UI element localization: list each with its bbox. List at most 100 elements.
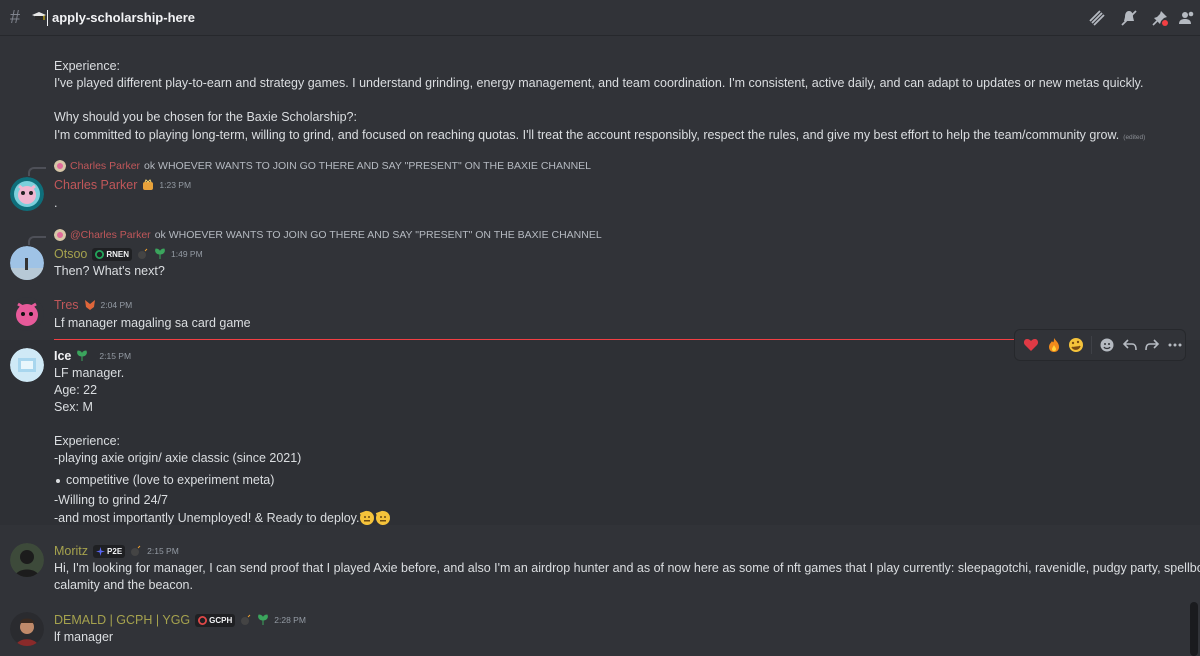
- channel-header: # apply-scholarship-here: [0, 0, 1200, 36]
- forward-button[interactable]: [1143, 334, 1163, 356]
- message-text: calamity and the beacon.: [54, 578, 193, 592]
- reply-author[interactable]: @Charles Parker: [70, 229, 151, 241]
- toolbar-divider: [1091, 336, 1093, 354]
- reply-author[interactable]: Charles Parker: [70, 160, 140, 172]
- salute-emoji-icon: [376, 510, 391, 525]
- message-actions-toolbar: [1014, 329, 1186, 361]
- message-text: Hi, I'm looking for manager, I can send …: [54, 561, 1200, 575]
- username[interactable]: Ice: [54, 349, 71, 363]
- guild-tag[interactable]: P2E: [93, 544, 126, 558]
- message-header: Ice 2:15 PM: [54, 349, 131, 363]
- username[interactable]: DEMALD | GCPH | YGG: [54, 613, 190, 627]
- list-bullet: [56, 479, 60, 483]
- message-text: -and most importantly Unemployed! & Read…: [54, 511, 360, 525]
- message-header: Tres 2:04 PM: [54, 298, 132, 312]
- reply-connector: [28, 236, 46, 245]
- rofl-icon: [1069, 338, 1084, 352]
- guild-tag-icon: [198, 615, 208, 625]
- reply-text[interactable]: ok WHOEVER WANTS TO JOIN GO THERE AND SA…: [144, 160, 591, 172]
- smiley-icon: [1100, 338, 1114, 352]
- message-text: LF manager.: [54, 366, 125, 380]
- timestamp[interactable]: 2:15 PM: [147, 546, 179, 556]
- guild-tag[interactable]: RNEN: [92, 247, 133, 261]
- message-text-row: -and most importantly Unemployed! & Read…: [54, 510, 391, 526]
- heart-icon: [1023, 339, 1038, 351]
- timestamp[interactable]: 2:04 PM: [101, 300, 133, 310]
- message-text: Then? What's next?: [54, 264, 165, 278]
- timestamp[interactable]: 1:49 PM: [171, 249, 203, 259]
- sprout-icon: [258, 614, 269, 625]
- avatar: [54, 229, 66, 241]
- message-header: DEMALD | GCPH | YGG GCPH 2:28 PM: [54, 613, 306, 627]
- hovered-message-highlight: [0, 340, 1200, 525]
- username[interactable]: Otsoo: [54, 247, 87, 261]
- reply-icon: [1122, 339, 1137, 351]
- more-options-button[interactable]: [1165, 334, 1185, 356]
- username[interactable]: Charles Parker: [54, 178, 137, 192]
- forward-icon: [1145, 339, 1160, 351]
- avatar[interactable]: [10, 177, 44, 211]
- message-text: Experience:: [54, 434, 121, 448]
- message-text-body: I'm committed to playing long-term, will…: [54, 128, 1120, 142]
- message-text: Why should you be chosen for the Baxie S…: [54, 110, 357, 124]
- guild-tag-label: P2E: [107, 546, 123, 556]
- sprout-icon: [155, 248, 165, 259]
- fire-reaction-button[interactable]: [1044, 334, 1064, 356]
- bomb-icon: [138, 248, 148, 259]
- message-text: lf manager: [54, 630, 114, 644]
- timestamp[interactable]: 2:15 PM: [99, 351, 131, 361]
- sprout-icon: [77, 350, 88, 361]
- message-text: Experience:: [54, 59, 121, 73]
- username[interactable]: Tres: [54, 298, 79, 312]
- guild-tag-label: RNEN: [106, 249, 130, 259]
- reply-preview[interactable]: Charles Parker ok WHOEVER WANTS TO JOIN …: [54, 160, 591, 172]
- message-header: Moritz P2E 2:15 PM: [54, 544, 179, 558]
- list-item: competitive (love to experiment meta): [66, 473, 275, 487]
- fox-badge-icon: [84, 300, 95, 310]
- guild-tag-icon: [95, 249, 105, 259]
- avatar[interactable]: [10, 543, 44, 577]
- rofl-reaction-button[interactable]: [1066, 334, 1086, 356]
- message-text: Sex: M: [54, 400, 93, 414]
- edited-label: (edited): [1123, 134, 1146, 141]
- reply-text[interactable]: ok WHOEVER WANTS TO JOIN GO THERE AND SA…: [155, 229, 602, 241]
- salute-emoji-icon: [360, 510, 375, 525]
- pin-icon[interactable]: [1151, 9, 1169, 27]
- add-reaction-button[interactable]: [1097, 334, 1117, 356]
- message-text: .: [54, 196, 58, 210]
- more-icon: [1168, 343, 1182, 347]
- message-text: -Willing to grind 24/7: [54, 493, 168, 507]
- guild-tag-icon: [96, 546, 106, 556]
- bomb-icon: [131, 545, 141, 556]
- hash-icon: #: [10, 7, 21, 27]
- timestamp[interactable]: 2:28 PM: [274, 615, 306, 625]
- avatar: [54, 160, 66, 172]
- username[interactable]: Moritz: [54, 544, 88, 558]
- message-header: Otsoo RNEN 1:49 PM: [54, 247, 203, 261]
- message-text: I've played different play-to-earn and s…: [54, 76, 1144, 90]
- message-text: Lf manager magaling sa card game: [54, 316, 251, 330]
- message-list[interactable]: Experience: I've played different play-t…: [0, 37, 1200, 656]
- timestamp[interactable]: 1:23 PM: [159, 180, 191, 190]
- avatar[interactable]: [10, 246, 44, 280]
- avatar[interactable]: [10, 612, 44, 646]
- mute-icon[interactable]: [1120, 9, 1138, 27]
- threads-icon[interactable]: [1088, 9, 1106, 27]
- guild-tag-label: GCPH: [209, 615, 233, 625]
- reply-preview[interactable]: @Charles Parker ok WHOEVER WANTS TO JOIN…: [54, 229, 602, 241]
- avatar[interactable]: [10, 348, 44, 382]
- reply-connector: [28, 167, 46, 176]
- graduation-cap-icon: [32, 12, 46, 20]
- message-header: Charles Parker 1:23 PM: [54, 178, 191, 192]
- scrollbar-thumb[interactable]: [1190, 602, 1198, 656]
- crown-badge-icon: [143, 179, 154, 190]
- message-text: I'm committed to playing long-term, will…: [54, 128, 1145, 142]
- avatar[interactable]: [10, 297, 44, 331]
- members-icon[interactable]: [1178, 9, 1196, 27]
- channel-name: apply-scholarship-here: [46, 10, 196, 26]
- bomb-icon: [241, 614, 251, 625]
- message-text: -playing axie origin/ axie classic (sinc…: [54, 451, 302, 465]
- guild-tag[interactable]: GCPH: [195, 613, 236, 627]
- heart-reaction-button[interactable]: [1021, 334, 1041, 356]
- reply-button[interactable]: [1120, 334, 1140, 356]
